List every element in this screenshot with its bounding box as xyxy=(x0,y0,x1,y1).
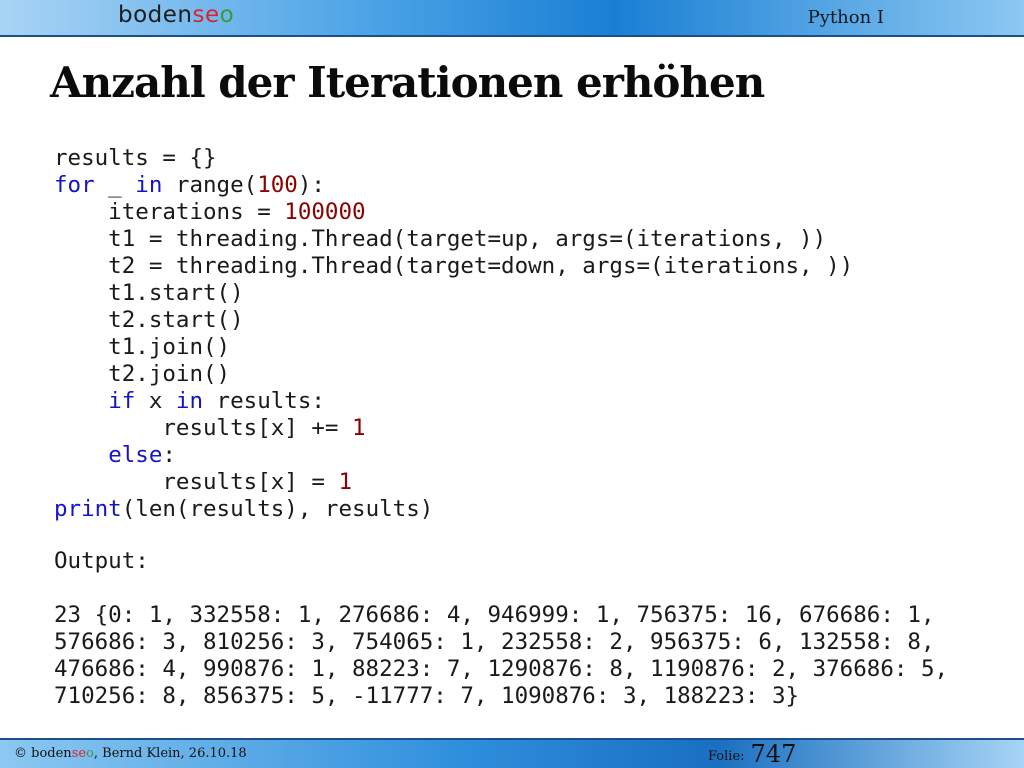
code-line: if x in results: xyxy=(54,388,325,414)
code-line: print(len(results), results) xyxy=(54,496,433,522)
footer-bar: © bodenseo, Bernd Klein, 26.10.18 Folie:… xyxy=(0,738,1024,768)
code-text: range( xyxy=(162,172,258,198)
output-block: Output: 23 {0: 1, 332558: 1, 276686: 4, … xyxy=(54,548,948,710)
footer-author-date: , Bernd Klein, 26.10.18 xyxy=(93,746,247,761)
code-line: t1 = threading.Thread(target=up, args=(i… xyxy=(54,226,826,252)
output-line: 710256: 8, 856375: 5, -11777: 7, 1090876… xyxy=(54,683,800,709)
code-line: t1.join() xyxy=(54,334,230,360)
code-keyword: in xyxy=(135,172,163,198)
code-number: 100 xyxy=(257,172,298,198)
code-text: results: xyxy=(203,388,325,414)
slide-number: Folie: 747 xyxy=(708,740,796,768)
code-text: results[x] += xyxy=(54,415,353,441)
code-text: ): xyxy=(297,172,325,198)
code-text: t1 = threading.Thread(target=up, args=(i… xyxy=(54,226,827,252)
code-line: t1.start() xyxy=(54,280,244,306)
footer-brand-part2: se xyxy=(71,746,87,761)
code-line: t2.start() xyxy=(54,307,244,333)
logo-text-part3: o xyxy=(219,2,235,28)
code-number: 1 xyxy=(338,469,353,495)
code-text: t2.join() xyxy=(54,361,231,387)
code-keyword: if xyxy=(108,388,136,414)
copyright-symbol: © xyxy=(14,746,32,761)
code-text: results[x] = xyxy=(54,469,339,495)
output-line: 23 {0: 1, 332558: 1, 276686: 4, 946999: … xyxy=(54,602,935,628)
code-text: iterations = xyxy=(54,199,285,225)
code-text: t2 = threading.Thread(target=down, args=… xyxy=(54,253,854,279)
code-text: t1.start() xyxy=(54,280,244,306)
footer-credit: © bodenseo, Bernd Klein, 26.10.18 xyxy=(14,746,247,761)
code-line: for _ in range(100): xyxy=(54,172,325,198)
footer-brand-part1: boden xyxy=(31,746,72,761)
logo-text-part1: boden xyxy=(118,2,193,28)
code-number: 1 xyxy=(352,415,366,441)
course-title: Python I xyxy=(807,7,884,28)
code-line: results[x] = 1 xyxy=(54,469,352,495)
code-text: t1.join() xyxy=(54,334,231,360)
code-line: iterations = 100000 xyxy=(54,199,366,225)
code-line: else: xyxy=(54,442,176,468)
code-text: t2.start() xyxy=(54,307,244,333)
output-line: 576686: 3, 810256: 3, 754065: 1, 232558:… xyxy=(54,629,935,655)
bodenseo-logo: bodenseo xyxy=(118,2,234,28)
code-keyword: for xyxy=(54,172,95,198)
code-text: x xyxy=(135,388,176,414)
output-label: Output: xyxy=(54,548,149,574)
code-text: : xyxy=(162,442,176,468)
code-line: results = {} xyxy=(54,145,217,171)
header-bar: bodenseo Python I xyxy=(0,0,1024,37)
code-text: _ xyxy=(94,172,136,198)
code-line: t2 = threading.Thread(target=down, args=… xyxy=(54,253,853,279)
code-text: results = {} xyxy=(54,145,217,171)
code-keyword: in xyxy=(175,388,204,414)
code-line: t2.join() xyxy=(54,361,230,387)
code-number: 100000 xyxy=(284,199,366,225)
code-keyword: print xyxy=(54,496,122,522)
code-line: results[x] += 1 xyxy=(54,415,366,441)
folie-label: Folie: xyxy=(708,749,745,764)
output-line: 476686: 4, 990876: 1, 88223: 7, 1290876:… xyxy=(54,656,949,682)
code-block: results = {} for _ in range(100): iterat… xyxy=(54,145,853,523)
footer-brand-part3: o xyxy=(86,746,94,761)
code-text: (len(results), results) xyxy=(121,496,434,522)
code-keyword: else xyxy=(108,442,163,468)
folie-number: 747 xyxy=(750,740,797,768)
slide-title: Anzahl der Iterationen erhöhen xyxy=(50,58,765,107)
logo-text-part2: se xyxy=(192,2,220,28)
